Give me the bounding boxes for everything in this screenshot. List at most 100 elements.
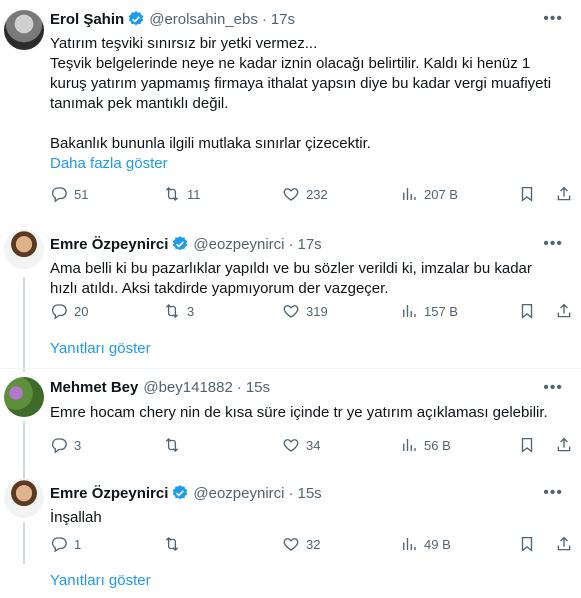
- like-button[interactable]: 319: [282, 302, 328, 320]
- author-handle[interactable]: @eozpeynirci: [193, 236, 284, 253]
- tweet[interactable]: Emre Özpeynirci @eozpeynirci · 17s ••• A…: [0, 225, 581, 372]
- avatar[interactable]: [4, 478, 44, 518]
- action-bar: 3 34 56 B: [50, 436, 555, 456]
- avatar[interactable]: [4, 229, 44, 269]
- views-button[interactable]: 207 B: [400, 185, 458, 203]
- share-button[interactable]: [555, 535, 579, 553]
- views-icon: [400, 302, 418, 320]
- tweet-header: Emre Özpeynirci @eozpeynirci · 15s: [50, 484, 322, 502]
- author-name[interactable]: Erol Şahin: [50, 11, 124, 28]
- show-replies-link[interactable]: Yanıtları göster: [50, 572, 151, 589]
- reply-icon: [50, 436, 68, 454]
- more-icon[interactable]: •••: [543, 484, 563, 502]
- reply-icon: [50, 185, 68, 203]
- tweet-header: Mehmet Bey @bey141882 · 15s: [50, 379, 270, 396]
- tweet-header: Erol Şahin @erolsahin_ebs · 17s: [50, 10, 295, 28]
- like-button[interactable]: 232: [282, 185, 328, 203]
- tweet[interactable]: Emre Özpeynirci @eozpeynirci · 15s ••• İ…: [0, 474, 581, 598]
- retweet-button[interactable]: [163, 535, 187, 553]
- more-icon[interactable]: •••: [543, 10, 563, 28]
- author-handle[interactable]: @erolsahin_ebs: [149, 11, 258, 28]
- text-line: hızlı atıldı. Aksi takdirde yapmıyorum d…: [50, 280, 389, 297]
- reply-count: 1: [74, 536, 82, 552]
- views-button[interactable]: 56 B: [400, 436, 451, 454]
- reply-button[interactable]: 1: [50, 535, 81, 553]
- bookmark-icon: [518, 185, 536, 203]
- text-line: [50, 114, 570, 134]
- tweet-text: Yatırım teşviki sınırsız bir yetki verme…: [50, 34, 570, 174]
- retweet-icon: [163, 185, 181, 203]
- reply-button[interactable]: 51: [50, 185, 88, 203]
- heart-icon: [282, 436, 300, 454]
- tweet-header: Emre Özpeynirci @eozpeynirci · 17s: [50, 235, 322, 253]
- tweet[interactable]: Erol Şahin @erolsahin_ebs · 17s ••• Yatı…: [0, 0, 581, 212]
- thread-line: [23, 522, 25, 564]
- text-line: Emre hocam chery nin de kısa süre içinde…: [50, 404, 548, 421]
- bookmark-button[interactable]: [518, 185, 542, 203]
- author-name[interactable]: Emre Özpeynirci: [50, 485, 168, 502]
- like-count: 319: [306, 303, 328, 319]
- views-button[interactable]: 49 B: [400, 535, 451, 553]
- share-icon: [555, 535, 573, 553]
- tweet-text: İnşallah: [50, 508, 570, 528]
- share-button[interactable]: [555, 185, 579, 203]
- text-line: Yatırım teşviki sınırsız bir yetki verme…: [50, 35, 318, 52]
- show-replies-link[interactable]: Yanıtları göster: [50, 340, 151, 357]
- retweet-icon: [163, 535, 181, 553]
- action-bar: 1 32 49 B: [50, 535, 555, 555]
- retweet-button[interactable]: 11: [163, 185, 201, 203]
- bookmark-icon: [518, 535, 536, 553]
- timestamp[interactable]: 15s: [298, 485, 322, 502]
- reply-count: 20: [74, 303, 89, 319]
- reply-button[interactable]: 20: [50, 302, 88, 320]
- bookmark-icon: [518, 302, 536, 320]
- views-count: 207 B: [424, 186, 458, 202]
- timestamp[interactable]: 17s: [298, 236, 322, 253]
- heart-icon: [282, 185, 300, 203]
- like-button[interactable]: 34: [282, 436, 320, 454]
- retweet-count: 11: [187, 186, 201, 202]
- reply-button[interactable]: 3: [50, 436, 81, 454]
- views-count: 56 B: [424, 437, 451, 453]
- bookmark-icon: [518, 436, 536, 454]
- verified-icon: [127, 10, 145, 28]
- author-handle[interactable]: @eozpeynirci: [193, 485, 284, 502]
- tweet[interactable]: Mehmet Bey @bey141882 · 15s ••• Emre hoc…: [0, 369, 581, 479]
- verified-icon: [171, 484, 189, 502]
- reply-icon: [50, 535, 68, 553]
- text-line: İnşallah: [50, 509, 102, 526]
- share-button[interactable]: [555, 436, 579, 454]
- like-button[interactable]: 32: [282, 535, 320, 553]
- author-name[interactable]: Emre Özpeynirci: [50, 236, 168, 253]
- views-button[interactable]: 157 B: [400, 302, 458, 320]
- avatar[interactable]: [4, 10, 44, 50]
- show-more-link[interactable]: Daha fazla göster: [50, 154, 570, 174]
- like-count: 32: [306, 536, 321, 552]
- share-icon: [555, 436, 573, 454]
- verified-icon: [171, 235, 189, 253]
- bookmark-button[interactable]: [518, 436, 542, 454]
- more-icon[interactable]: •••: [543, 235, 563, 253]
- bookmark-button[interactable]: [518, 302, 542, 320]
- text-line: Ama belli ki bu pazarlıklar yapıldı ve b…: [50, 260, 532, 277]
- thread-line: [23, 277, 25, 372]
- author-name[interactable]: Mehmet Bey: [50, 379, 138, 396]
- timestamp[interactable]: 15s: [246, 379, 270, 396]
- reply-count: 3: [74, 437, 82, 453]
- more-icon[interactable]: •••: [543, 379, 563, 397]
- separator-dot: ·: [288, 235, 294, 253]
- views-count: 157 B: [424, 303, 458, 319]
- share-button[interactable]: [555, 302, 579, 320]
- text-line: Teşvik belgelerinde neye ne kadar iznin …: [50, 55, 531, 72]
- retweet-button[interactable]: 3: [163, 302, 194, 320]
- separator-dot: ·: [236, 379, 242, 396]
- reply-icon: [50, 302, 68, 320]
- retweet-button[interactable]: [163, 436, 187, 454]
- bookmark-button[interactable]: [518, 535, 542, 553]
- share-icon: [555, 185, 573, 203]
- author-handle[interactable]: @bey141882: [143, 379, 232, 396]
- separator-dot: ·: [288, 484, 294, 502]
- avatar[interactable]: [4, 377, 44, 417]
- text-line: Bakanlık bununla ilgili mutlaka sınırlar…: [50, 135, 371, 152]
- timestamp[interactable]: 17s: [271, 11, 295, 28]
